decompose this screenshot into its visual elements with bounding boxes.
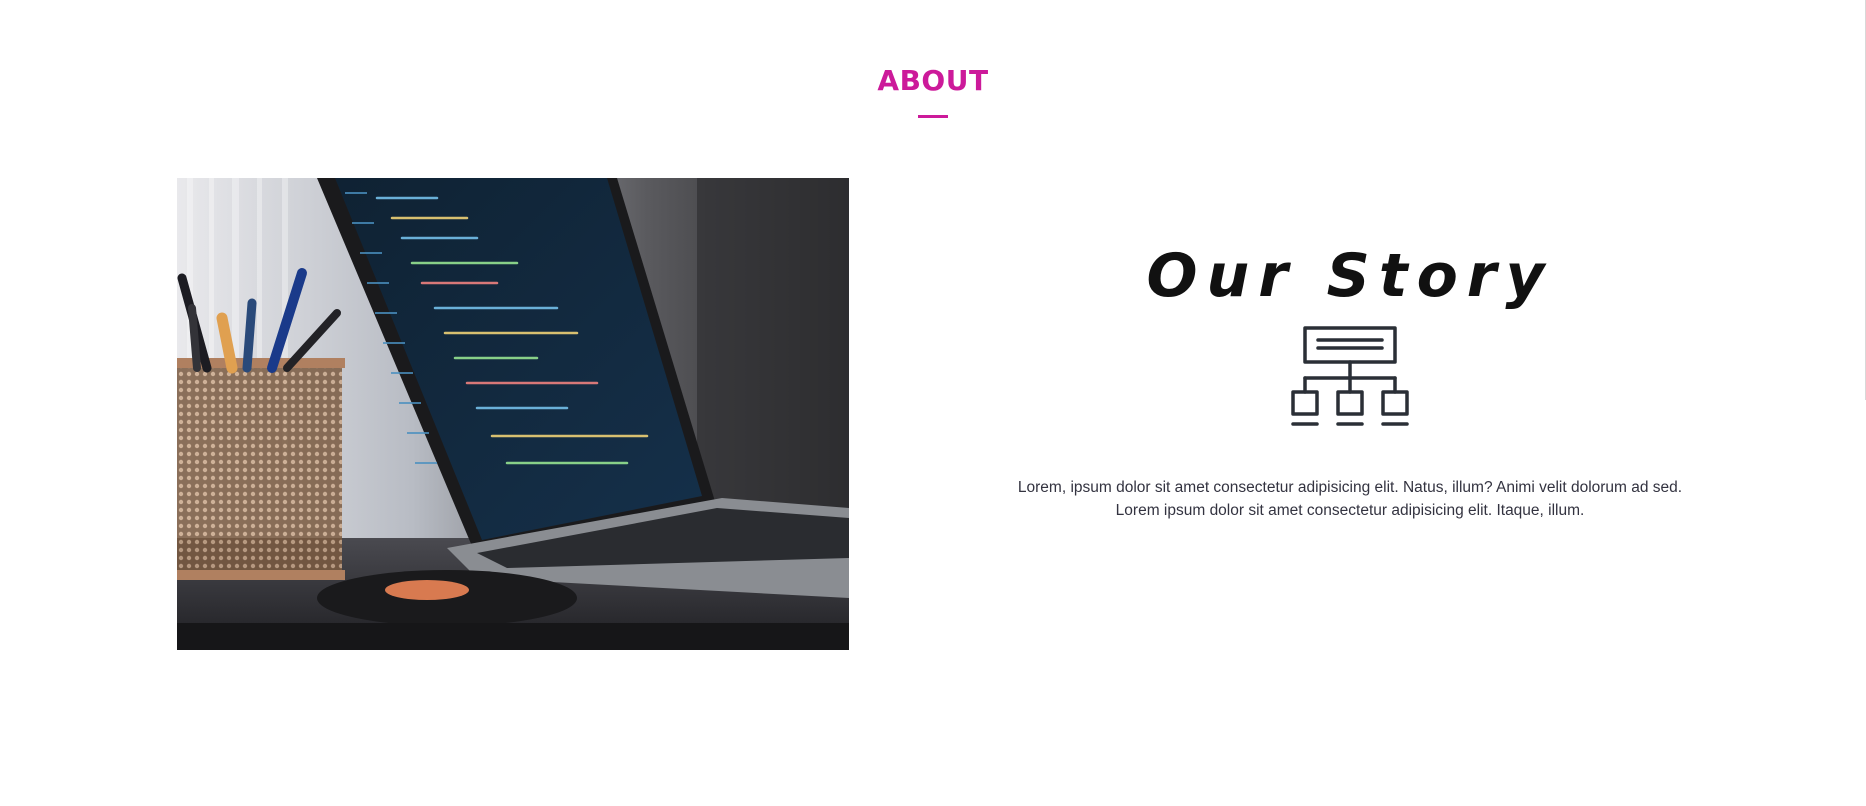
title-underline — [918, 115, 948, 118]
story-paragraph-line1: Lorem, ipsum dolor sit amet consectetur … — [1017, 479, 1683, 496]
laptop-code-photo — [177, 178, 849, 650]
section-title: ABOUT — [877, 64, 989, 97]
story-heading: Our Story — [1146, 241, 1554, 311]
story-paragraph: Lorem, ipsum dolor sit amet consectetur … — [1010, 476, 1690, 522]
org-chart-icon — [1291, 326, 1409, 426]
about-section: ABOUT Our Story Lorem, ipsum dolor sit a… — [0, 0, 1866, 806]
our-story-block: Our Story Lorem, ipsum dolor sit amet co… — [1000, 240, 1700, 522]
story-paragraph-line2: Lorem ipsum dolor sit amet consectetur a… — [1115, 502, 1585, 519]
